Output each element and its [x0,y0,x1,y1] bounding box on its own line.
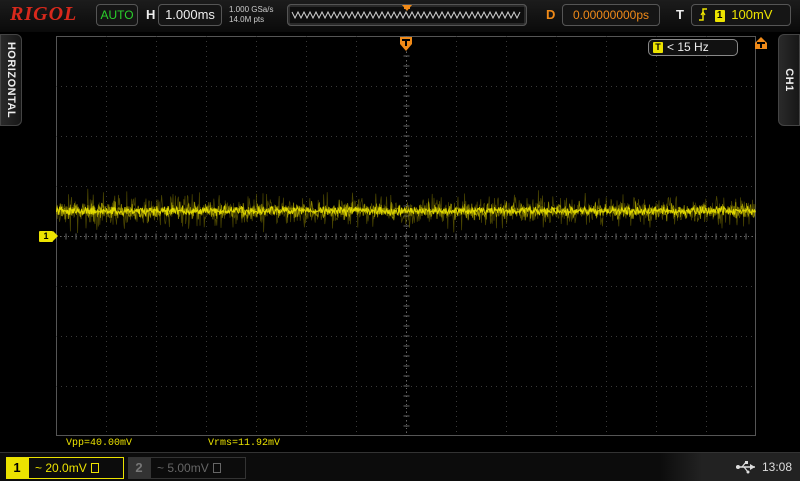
acquisition-info: 1.000 GSa/s 14.0M pts [229,5,273,25]
trigger-source-chip: 1 [714,10,725,22]
delay-value[interactable]: 0.00000000ps [562,4,660,26]
ch2-scale-value: 5.00mV [167,461,209,475]
trigger-label: T [676,7,684,22]
measurement-vrms: Vrms=11.92mV [208,438,281,449]
measurement-vpp: Vpp=40.00mV [66,438,133,449]
ch1-offset-marker[interactable]: 1 [39,231,58,242]
trigger-position-marker[interactable] [399,36,413,52]
waveform-display[interactable] [56,36,756,436]
trigger-level-marker[interactable] [754,36,768,50]
trigger-badge-chip: T [653,42,663,53]
ch1-scale-tab[interactable]: 1 ~ 20.0mV [6,457,124,479]
waveform-overview-graphic [288,5,526,25]
graticule [56,36,756,436]
memory-depth: 14.0M pts [229,15,265,24]
top-status-bar: RIGOL AUTO H 1.000ms 1.000 GSa/s 14.0M p… [0,0,800,32]
ch1-menu-tab[interactable]: CH1 [778,34,800,126]
ch2-scale-tab[interactable]: 2 ~ 5.00mV [128,457,246,479]
trigger-level: 100mV [731,7,773,22]
delay-label: D [546,7,556,22]
trigger-settings[interactable]: 1 100mV [691,4,791,26]
timebase-value[interactable]: 1.000ms [158,4,222,26]
horizontal-tab-label: HORIZONTAL [5,41,17,119]
horizontal-label: H [146,7,156,22]
ch1-tab-label: CH1 [783,68,795,92]
ch1-coupling-icon: ~ [35,461,43,475]
ch2-scale: ~ 5.00mV [150,457,246,479]
usb-icon [735,460,757,479]
sample-rate: 1.000 GSa/s [229,5,274,14]
run-mode-indicator[interactable]: AUTO [96,4,138,26]
trigger-edge-icon [698,7,712,22]
ch1-scale-value: 20.0mV [45,461,87,475]
ch1-scale: ~ 20.0mV [28,457,124,479]
ch2-number: 2 [128,457,150,479]
ch1-bandwidth-icon [90,463,99,473]
ch1-number: 1 [6,457,28,479]
waveform-overview[interactable] [287,4,527,26]
trigger-frequency: < 15 Hz [667,40,709,54]
ch2-coupling-icon: ~ [157,461,165,475]
bottom-status-bar: 1 ~ 20.0mV 2 ~ 5.00mV 13:08 [0,452,800,481]
horizontal-menu-tab[interactable]: HORIZONTAL [0,34,22,126]
rigol-logo: RIGOL [10,3,78,25]
system-clock: 13:08 [762,460,793,474]
ch2-bandwidth-icon [212,463,221,473]
trigger-frequency-badge[interactable]: T < 15 Hz [648,39,738,56]
